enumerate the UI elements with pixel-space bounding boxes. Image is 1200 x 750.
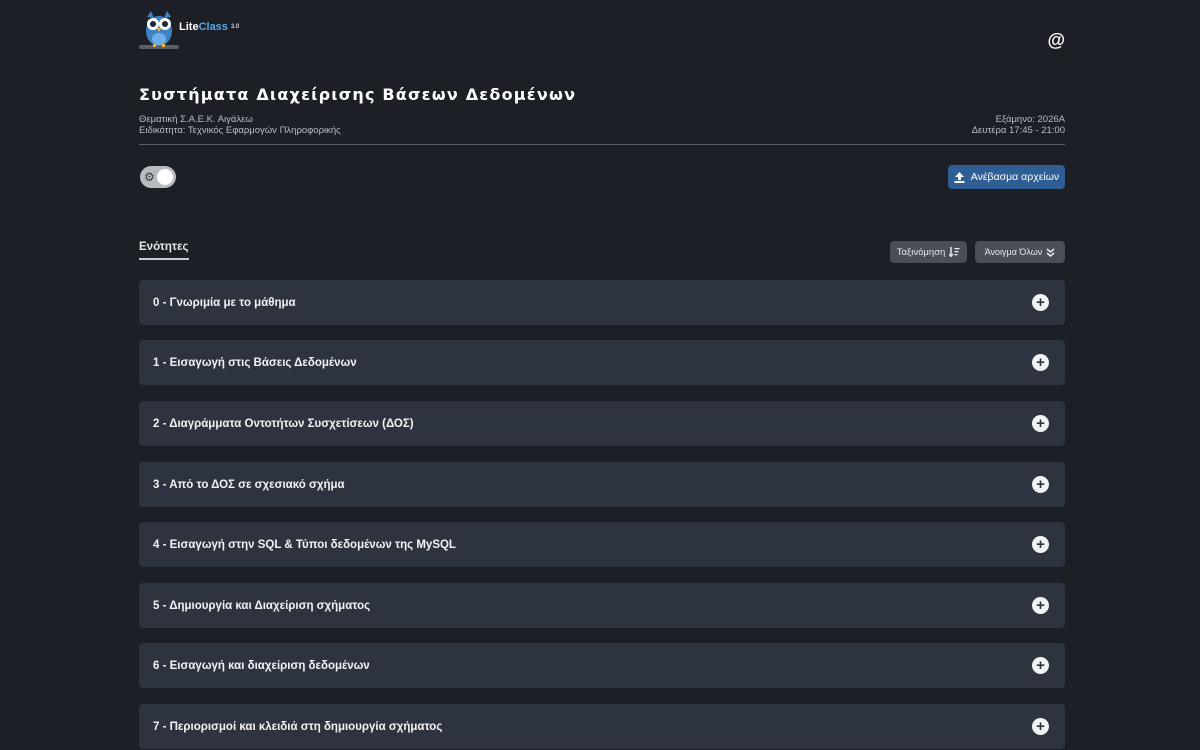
section-row[interactable]: 7 - Περιορισμοί και κλειδιά στη δημιουργ… [139, 704, 1065, 749]
expand-plus-icon[interactable]: + [1032, 476, 1049, 493]
expand-plus-icon[interactable]: + [1032, 354, 1049, 371]
section-title: 1 - Εισαγωγή στις Βάσεις Δεδομένων [153, 356, 357, 369]
section-title: 4 - Εισαγωγή στην SQL & Τύποι δεδομένων … [153, 538, 456, 551]
section-row[interactable]: 3 - Από το ΔΟΣ σε σχεσιακό σχήμα + [139, 462, 1065, 507]
edit-mode-toggle[interactable]: ⚙ [140, 166, 176, 188]
section-row[interactable]: 2 - Διαγράμματα Οντοτήτων Συσχετίσεων (Δ… [139, 401, 1065, 446]
expand-plus-icon[interactable]: + [1032, 718, 1049, 735]
course-specialty: Ειδικότητα: Τεχνικός Εφαρμογών Πληροφορι… [139, 125, 341, 136]
course-meta-right: Εξάμηνο: 2026Α Δευτέρα 17:45 - 21:00 [972, 114, 1065, 136]
sort-label: Ταξινόμηση [896, 246, 946, 258]
logo-text: LiteClass 3.0 [179, 21, 239, 33]
course-meta-left: Θεματική Σ.Α.Ε.Κ. Αιγάλεω Ειδικότητα: Τε… [139, 114, 341, 136]
divider [139, 144, 1065, 145]
owl-logo-icon [139, 11, 179, 49]
section-row[interactable]: 4 - Εισαγωγή στην SQL & Τύποι δεδομένων … [139, 522, 1065, 567]
tab-sections[interactable]: Ενότητες [139, 241, 189, 260]
section-title: 6 - Εισαγωγή και διαχείριση δεδομένων [153, 659, 370, 672]
course-schedule: Δευτέρα 17:45 - 21:00 [971, 125, 1065, 136]
gear-icon: ⚙ [144, 170, 155, 184]
logo-name-part2: Class [198, 21, 228, 33]
expand-plus-icon[interactable]: + [1032, 294, 1049, 311]
section-title: 5 - Δημιουργία και Διαχείριση σχήματος [153, 599, 371, 612]
course-department: Θεματική Σ.Α.Ε.Κ. Αιγάλεω [139, 114, 253, 125]
page-title: Συστήματα Διαχείρισης Βάσεων Δεδομένων [139, 85, 577, 104]
expand-plus-icon[interactable]: + [1032, 415, 1049, 432]
page: LiteClass 3.0 @ Συστήματα Διαχείρισης Βάσ… [0, 0, 1200, 750]
section-row[interactable]: 6 - Εισαγωγή και διαχείριση δεδομένων + [139, 643, 1065, 688]
section-title: 2 - Διαγράμματα Οντοτήτων Συσχετίσεων (Δ… [153, 417, 414, 430]
course-semester: Εξάμηνο: 2026Α [995, 114, 1065, 125]
section-row[interactable]: 0 - Γνωριμία με το μάθημα + [139, 280, 1065, 325]
expand-plus-icon[interactable]: + [1032, 597, 1049, 614]
section-row[interactable]: 1 - Εισαγωγή στις Βάσεις Δεδομένων + [139, 340, 1065, 385]
expand-plus-icon[interactable]: + [1032, 657, 1049, 674]
logo-version: 3.0 [230, 24, 240, 30]
expand-plus-icon[interactable]: + [1032, 536, 1049, 553]
liteclass-logo[interactable]: LiteClass 3.0 [139, 9, 239, 51]
section-row[interactable]: 5 - Δημιουργία και Διαχείριση σχήματος + [139, 583, 1065, 628]
at-icon[interactable]: @ [1047, 30, 1065, 51]
upload-icon [954, 171, 965, 183]
double-chevron-down-icon [1046, 247, 1055, 257]
upload-files-label: Ανέβασμα αρχείων [970, 171, 1060, 183]
logo-name-part1: Lite [179, 21, 199, 33]
sort-icon [949, 247, 960, 257]
section-title: 3 - Από το ΔΟΣ σε σχεσιακό σχήμα [153, 478, 345, 491]
upload-files-button[interactable]: Ανέβασμα αρχείων [948, 165, 1065, 189]
expand-all-button[interactable]: Άνοιγμα Όλων [975, 241, 1065, 263]
section-title: 0 - Γνωριμία με το μάθημα [153, 296, 296, 309]
expand-all-label: Άνοιγμα Όλων [984, 247, 1043, 257]
section-title: 7 - Περιορισμοί και κλειδιά στη δημιουργ… [153, 720, 443, 733]
sort-button[interactable]: Ταξινόμηση [890, 241, 967, 263]
toggle-knob [157, 169, 173, 185]
